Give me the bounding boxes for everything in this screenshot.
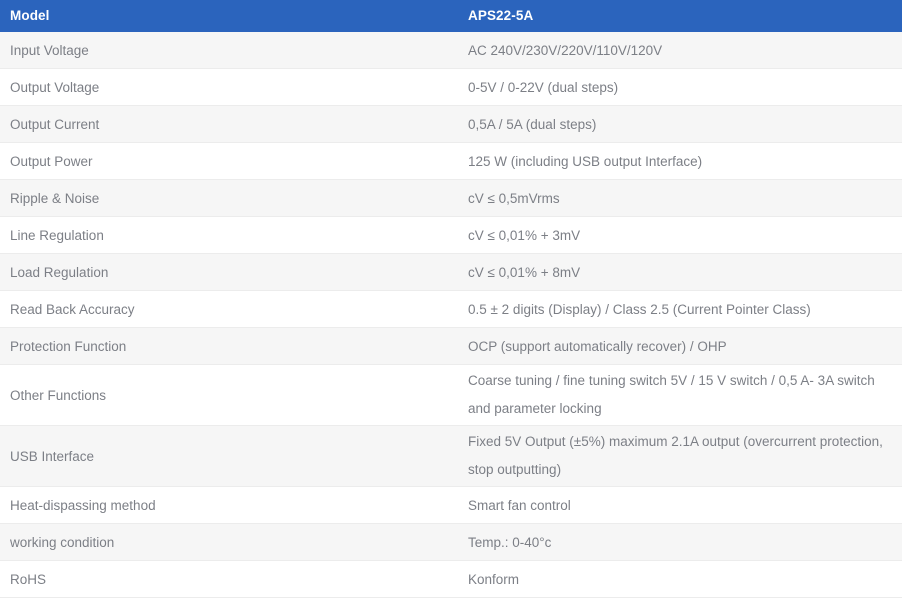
spec-value: cV ≤ 0,01% + 8mV: [458, 253, 902, 291]
spec-label: Ripple & Noise: [0, 179, 458, 217]
spec-value: 0,5A / 5A (dual steps): [458, 105, 902, 143]
table-row: Line Regulation cV ≤ 0,01% + 3mV: [0, 216, 902, 254]
table-row: Output Voltage 0-5V / 0-22V (dual steps): [0, 68, 902, 106]
spec-label: Input Voltage: [0, 32, 458, 69]
table-row: USB Interface Fixed 5V Output (±5%) maxim…: [0, 425, 902, 487]
header-cell-model-value: APS22-5A: [458, 0, 902, 32]
spec-value: 125 W (including USB output Interface): [458, 142, 902, 180]
spec-label: Other Functions: [0, 364, 458, 426]
spec-value: Temp.: 0-40°c: [458, 523, 902, 561]
spec-label: Read Back Accuracy: [0, 290, 458, 328]
spec-value: Fixed 5V Output (±5%) maximum 2.1A outpu…: [458, 425, 902, 487]
spec-label: Output Power: [0, 142, 458, 180]
table-row: working condition Temp.: 0-40°c: [0, 523, 902, 561]
table-row: Protection Function OCP (support automati…: [0, 327, 902, 365]
table-header-row: Model APS22-5A: [0, 0, 902, 32]
spec-value: Smart fan control: [458, 486, 902, 524]
table-row: Output Current 0,5A / 5A (dual steps): [0, 105, 902, 143]
spec-value: 0.5 ± 2 digits (Display) / Class 2.5 (Cu…: [458, 290, 902, 328]
spec-label: Protection Function: [0, 327, 458, 365]
table-row: Load Regulation cV ≤ 0,01% + 8mV: [0, 253, 902, 291]
table-row: Read Back Accuracy 0.5 ± 2 digits (Displa…: [0, 290, 902, 328]
table-row: RoHS Konform: [0, 560, 902, 598]
spec-value: cV ≤ 0,01% + 3mV: [458, 216, 902, 254]
spec-value: OCP (support automatically recover) / OH…: [458, 327, 902, 365]
spec-label: Heat-dispassing method: [0, 486, 458, 524]
table-row: Other Functions Coarse tuning / fine tuni…: [0, 364, 902, 426]
table-header: Model APS22-5A: [0, 0, 902, 32]
spec-value: cV ≤ 0,5mVrms: [458, 179, 902, 217]
spec-value: 0-5V / 0-22V (dual steps): [458, 68, 902, 106]
spec-label: RoHS: [0, 560, 458, 598]
specification-table: Model APS22-5A Input Voltage AC 240V/230V…: [0, 0, 902, 598]
table-row: Ripple & Noise cV ≤ 0,5mVrms: [0, 179, 902, 217]
table-row: Heat-dispassing method Smart fan control: [0, 486, 902, 524]
spec-value: Coarse tuning / fine tuning switch 5V / …: [458, 364, 902, 426]
spec-label: Output Current: [0, 105, 458, 143]
spec-label: USB Interface: [0, 425, 458, 487]
spec-label: Load Regulation: [0, 253, 458, 291]
header-cell-model: Model: [0, 0, 458, 32]
table-row: Output Power 125 W (including USB output …: [0, 142, 902, 180]
spec-label: Line Regulation: [0, 216, 458, 254]
table-body: Input Voltage AC 240V/230V/220V/110V/120V…: [0, 32, 902, 598]
spec-value: Konform: [458, 560, 902, 598]
table-row: Input Voltage AC 240V/230V/220V/110V/120V: [0, 32, 902, 69]
spec-label: working condition: [0, 523, 458, 561]
spec-value: AC 240V/230V/220V/110V/120V: [458, 32, 902, 69]
spec-label: Output Voltage: [0, 68, 458, 106]
